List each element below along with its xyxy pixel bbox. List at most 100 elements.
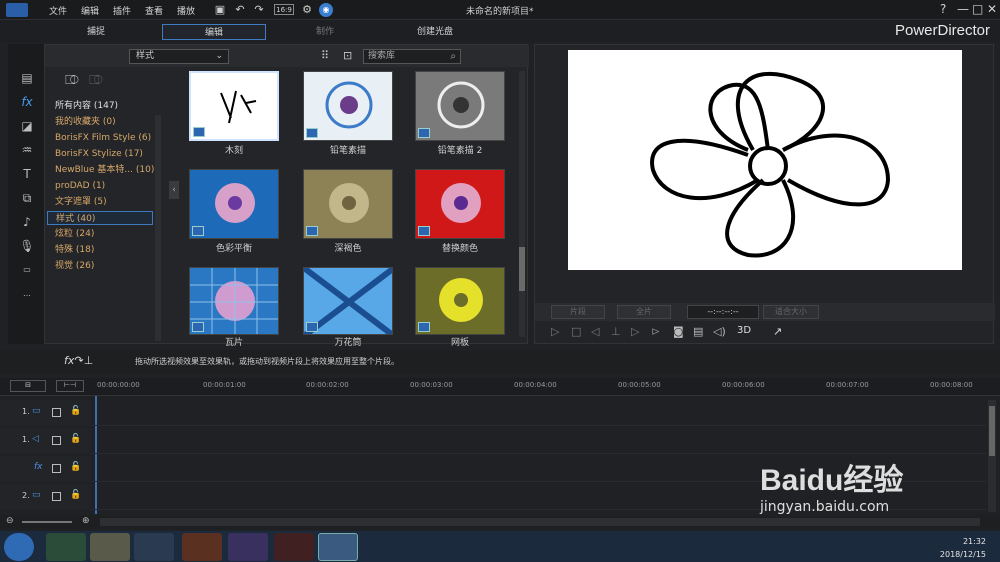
zoom-slider[interactable] bbox=[22, 521, 72, 523]
save-icon[interactable]: ▣ bbox=[213, 3, 227, 17]
category-style[interactable]: 样式 (40) bbox=[47, 211, 153, 225]
fit-timeline-icon[interactable]: ⊟ bbox=[10, 380, 46, 392]
effect-thumb-tiles[interactable] bbox=[189, 267, 279, 335]
fit-size-dropdown[interactable]: 适合大小 bbox=[763, 305, 819, 319]
taskbar-explorer-icon[interactable] bbox=[90, 533, 130, 561]
category-visual[interactable]: 视觉 (26) bbox=[55, 259, 94, 273]
add-tag-icon[interactable]: ⎄ bbox=[65, 73, 79, 88]
category-borisfx-stylize[interactable]: BorisFX Stylize (17) bbox=[55, 147, 143, 161]
redo-icon[interactable]: ↷ bbox=[252, 3, 266, 17]
category-borisfx-film[interactable]: BorisFX Film Style (6) bbox=[55, 131, 151, 145]
lock-icon[interactable]: 🔓 bbox=[70, 406, 81, 416]
library-search-input[interactable]: 搜索库 ⌕ bbox=[363, 49, 461, 64]
effect-thumb-kaleidoscope[interactable] bbox=[303, 267, 393, 335]
next-frame-icon[interactable]: ▷ bbox=[631, 325, 639, 338]
3d-mode-button[interactable]: 3D bbox=[737, 325, 751, 336]
taskbar-app-icon[interactable] bbox=[228, 533, 268, 561]
lock-icon[interactable]: 🔓 bbox=[70, 434, 81, 444]
help-button[interactable]: ? bbox=[940, 2, 946, 16]
video-track-1[interactable]: 1. ▭ 🔓 bbox=[0, 400, 986, 426]
previous-frame-icon[interactable]: ◁ bbox=[591, 325, 599, 338]
taskbar-recorder-icon[interactable] bbox=[274, 533, 314, 561]
category-all[interactable]: 所有内容 (147) bbox=[55, 99, 118, 113]
tab-create-disc[interactable]: 创建光盘 bbox=[400, 24, 470, 40]
tab-capture[interactable]: 捕捉 bbox=[66, 24, 126, 40]
effect-thumb-replace-color[interactable] bbox=[415, 169, 505, 239]
tab-produce[interactable]: 制作 bbox=[290, 24, 360, 40]
category-special[interactable]: 特殊 (18) bbox=[55, 243, 94, 257]
taskbar-app-icon[interactable] bbox=[46, 533, 86, 561]
media-room-icon[interactable]: ▤ bbox=[18, 70, 36, 86]
snapshot-icon[interactable]: ◙ bbox=[673, 325, 684, 338]
subtitle-room-icon[interactable]: … bbox=[18, 286, 36, 302]
menu-plugins[interactable]: 插件 bbox=[113, 4, 131, 17]
track-enable-checkbox[interactable] bbox=[52, 464, 61, 473]
track-manager-icon[interactable]: ⊢⊣ bbox=[56, 380, 84, 392]
category-favorites[interactable]: 我的收藏夹 (0) bbox=[55, 115, 116, 129]
taskbar-powerdirector-icon[interactable] bbox=[318, 533, 358, 561]
category-text-mask[interactable]: 文字遮罩 (5) bbox=[55, 195, 107, 209]
effect-thumb-screen[interactable] bbox=[415, 267, 505, 335]
zoom-out-icon[interactable]: ⊖ bbox=[6, 516, 14, 526]
aspect-ratio-icon[interactable]: 16:9 bbox=[274, 4, 294, 15]
menu-file[interactable]: 文件 bbox=[49, 4, 67, 17]
split-icon[interactable]: ⊥ bbox=[611, 325, 621, 338]
undo-icon[interactable]: ↶ bbox=[233, 3, 247, 17]
zoom-in-icon[interactable]: ⊕ bbox=[82, 516, 90, 526]
title-room-icon[interactable]: T bbox=[18, 166, 36, 182]
category-newblue[interactable]: NewBlue 基本特... (10) bbox=[55, 163, 154, 177]
transition-room-icon[interactable]: ⧉ bbox=[18, 190, 36, 206]
remove-tag-icon[interactable]: ⎄ bbox=[89, 73, 103, 88]
effect-thumb-pencil-sketch[interactable] bbox=[303, 71, 393, 141]
play-icon[interactable]: ▷ bbox=[551, 325, 559, 338]
category-dropdown[interactable]: 样式 ⌄ bbox=[129, 49, 229, 64]
system-clock[interactable]: 21:32 2018/12/15 bbox=[940, 535, 986, 561]
audio-track-1[interactable]: 1. ◁ 🔓 bbox=[0, 428, 986, 454]
timeline-vertical-scrollbar[interactable] bbox=[988, 400, 996, 512]
track-enable-checkbox[interactable] bbox=[52, 408, 61, 417]
audio-mixing-icon[interactable]: ♪ bbox=[18, 214, 36, 230]
collapse-panel-icon[interactable]: ‹ bbox=[169, 181, 179, 199]
track-enable-checkbox[interactable] bbox=[52, 492, 61, 501]
account-icon[interactable]: ◉ bbox=[319, 3, 333, 17]
taskbar-firefox-icon[interactable] bbox=[182, 533, 222, 561]
effect-thumb-pencil-sketch-2[interactable] bbox=[415, 71, 505, 141]
settings-gear-icon[interactable]: ⚙ bbox=[300, 3, 314, 17]
stop-icon[interactable]: □ bbox=[571, 325, 581, 338]
minimize-button[interactable]: — bbox=[957, 2, 969, 16]
library-scrollbar[interactable] bbox=[519, 71, 525, 337]
chapter-room-icon[interactable]: ▭ bbox=[18, 262, 36, 278]
menu-view[interactable]: 查看 bbox=[145, 4, 163, 17]
timeline-horizontal-scrollbar[interactable] bbox=[100, 518, 980, 526]
menu-edit[interactable]: 编辑 bbox=[81, 4, 99, 17]
category-scrollbar[interactable] bbox=[155, 115, 161, 341]
menu-play[interactable]: 播放 bbox=[177, 4, 195, 17]
timecode-display[interactable]: --:--:--:-- bbox=[687, 305, 759, 319]
fx-room-icon[interactable]: fx bbox=[18, 94, 36, 110]
undock-preview-icon[interactable]: ↗ bbox=[773, 325, 782, 338]
start-button-icon[interactable] bbox=[4, 533, 34, 561]
effect-thumb-color-balance[interactable] bbox=[189, 169, 279, 239]
pip-room-icon[interactable]: ◪ bbox=[18, 118, 36, 134]
movie-mode-button[interactable]: 全片 bbox=[617, 305, 671, 319]
taskbar-qq-icon[interactable] bbox=[134, 533, 174, 561]
category-prodad[interactable]: proDAD (1) bbox=[55, 179, 105, 193]
track-enable-checkbox[interactable] bbox=[52, 436, 61, 445]
grid-view-icon[interactable]: ⠿ bbox=[321, 49, 329, 62]
effect-thumb-sepia[interactable] bbox=[303, 169, 393, 239]
voiceover-icon[interactable]: 🎙 bbox=[18, 238, 36, 254]
effect-thumb-woodcut[interactable] bbox=[189, 71, 279, 141]
fx-track-icon[interactable]: fx↷⊥ bbox=[64, 354, 93, 367]
lock-icon[interactable]: 🔓 bbox=[70, 490, 81, 500]
close-button[interactable]: ✕ bbox=[987, 2, 997, 16]
particle-room-icon[interactable]: ♒ bbox=[18, 142, 36, 158]
thumbnail-size-icon[interactable]: ⊡ bbox=[343, 49, 352, 62]
maximize-button[interactable]: □ bbox=[972, 2, 983, 16]
tab-edit[interactable]: 编辑 bbox=[162, 24, 266, 40]
search-icon[interactable]: ⌕ bbox=[450, 50, 456, 63]
subtitle-icon[interactable]: ▤ bbox=[693, 325, 703, 338]
fast-forward-icon[interactable]: ⊳ bbox=[651, 325, 660, 338]
lock-icon[interactable]: 🔓 bbox=[70, 462, 81, 472]
category-particle[interactable]: 炫粒 (24) bbox=[55, 227, 94, 241]
clip-mode-button[interactable]: 片段 bbox=[551, 305, 605, 319]
